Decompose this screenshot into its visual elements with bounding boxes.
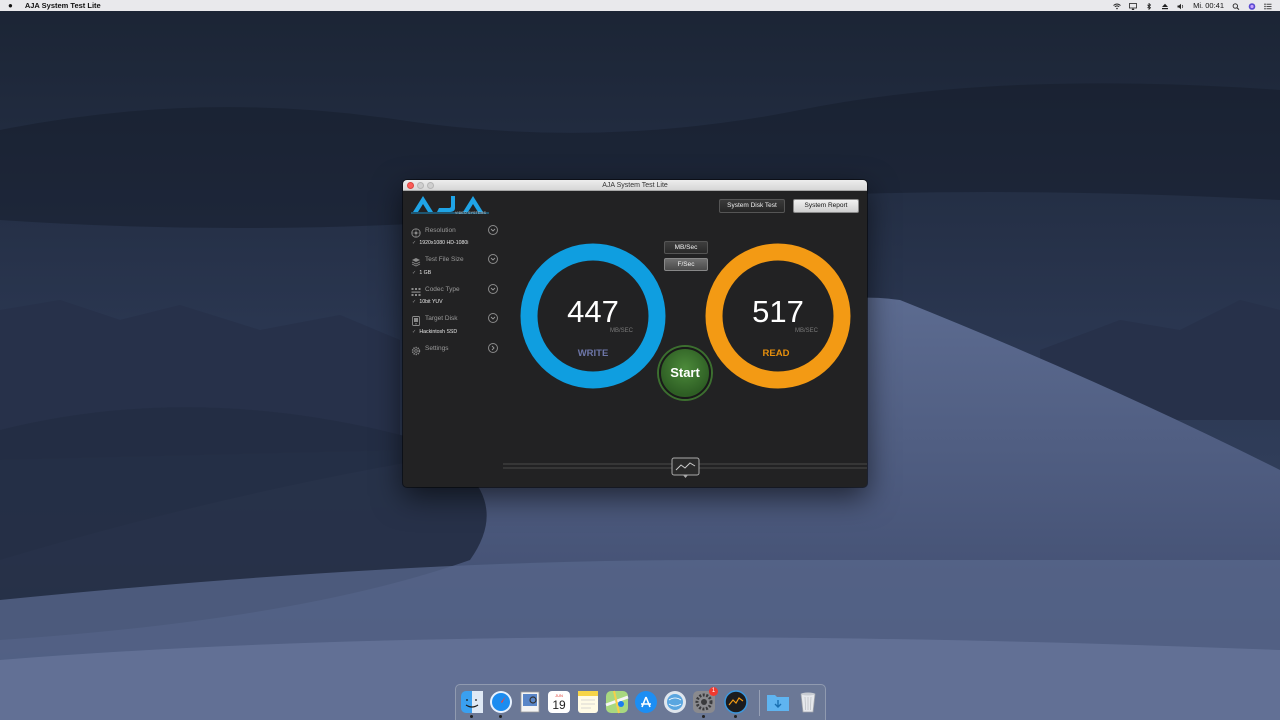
sidebar-value-resolution: ✓ 1920x1080 HD-1080i: [412, 240, 469, 246]
menubar-app-name[interactable]: AJA System Test Lite: [25, 0, 101, 11]
sidebar-label-test-file-size: Test File Size: [425, 255, 464, 263]
gear-icon: [411, 343, 421, 356]
sidebar-label-codec-type: Codec Type: [425, 285, 460, 293]
sidebar-value-test-file-size: ✓ 1 GB: [412, 270, 432, 276]
dock: JUN 19 1: [455, 684, 826, 720]
system-preferences-icon[interactable]: 1: [692, 687, 718, 718]
sidebar-label-resolution: Resolution: [425, 226, 456, 234]
codec-icon: [411, 284, 421, 296]
chevron-down-icon[interactable]: [488, 284, 498, 294]
menu-bar: ● AJA System Test Lite Mi. 00:41: [0, 0, 1280, 11]
close-window-button[interactable]: [407, 182, 414, 189]
dock-separator: [759, 690, 760, 716]
graph-icon: [671, 457, 700, 478]
logo-subtext: VIDEO SYSTEMS: [455, 211, 487, 215]
aja-system-test-icon[interactable]: [724, 690, 748, 718]
menubar-status-area: Mi. 00:41: [1113, 0, 1272, 11]
system-report-button[interactable]: System Report: [793, 199, 859, 213]
system-disk-test-button[interactable]: System Disk Test: [719, 199, 785, 213]
downloads-folder-icon[interactable]: [766, 690, 790, 714]
sidebar-label-target-disk: Target Disk: [425, 314, 458, 322]
units-mbsec-button[interactable]: MB/Sec: [664, 241, 708, 254]
minimize-window-button[interactable]: [417, 182, 424, 189]
disk-icon: [411, 313, 421, 326]
preview-icon[interactable]: [518, 690, 542, 714]
read-speed-value: 517: [752, 294, 804, 329]
show-graph-button[interactable]: [671, 457, 700, 479]
read-speed-unit: MB/SEC: [795, 328, 819, 334]
chevron-down-icon[interactable]: [488, 225, 498, 235]
stack-icon: [411, 254, 421, 267]
calendar-day: 19: [552, 698, 566, 712]
sidebar-value-codec-type: ✓ 10bit YUV: [412, 299, 443, 305]
write-speed-value: 447: [567, 294, 619, 329]
bluetooth-icon[interactable]: [1145, 2, 1153, 11]
trash-icon[interactable]: [796, 690, 820, 714]
spotlight-search-icon[interactable]: [1232, 2, 1240, 10]
network-utility-icon[interactable]: [663, 690, 687, 714]
apple-menu-icon[interactable]: ●: [8, 0, 13, 11]
finder-icon[interactable]: [460, 690, 484, 718]
read-label: READ: [762, 348, 790, 359]
notification-center-icon[interactable]: [1264, 2, 1272, 10]
start-button[interactable]: Start: [659, 347, 711, 399]
window-titlebar[interactable]: AJA System Test Lite: [403, 180, 867, 191]
sidebar-item-target-disk[interactable]: Target Disk: [411, 312, 498, 326]
chevron-down-icon[interactable]: [488, 254, 498, 264]
app-store-icon[interactable]: [634, 690, 658, 714]
siri-icon[interactable]: [1248, 2, 1256, 10]
maps-icon[interactable]: [605, 690, 629, 714]
eject-icon[interactable]: [1161, 2, 1169, 10]
window-title: AJA System Test Lite: [602, 182, 668, 189]
chevron-right-icon[interactable]: [488, 343, 498, 353]
calendar-icon[interactable]: JUN 19: [547, 690, 571, 714]
airplay-icon[interactable]: [1129, 2, 1138, 10]
notification-badge: 1: [709, 687, 718, 696]
sidebar-item-codec-type[interactable]: Codec Type: [411, 283, 498, 296]
menubar-clock[interactable]: Mi. 00:41: [1193, 0, 1224, 11]
zoom-window-button[interactable]: [427, 182, 434, 189]
write-label: WRITE: [577, 348, 609, 359]
running-indicator: [702, 715, 705, 718]
chevron-down-icon[interactable]: [488, 313, 498, 323]
sidebar-label-settings: Settings: [425, 344, 449, 352]
wifi-icon[interactable]: [1113, 2, 1121, 10]
write-speed-unit: MB/SEC: [610, 328, 634, 334]
notes-icon[interactable]: [576, 690, 600, 714]
sidebar-value-target-disk: ✓ Hackintosh SSD: [412, 329, 458, 335]
sidebar-item-resolution[interactable]: Resolution: [411, 224, 498, 238]
running-indicator: [499, 715, 502, 718]
running-indicator: [470, 715, 473, 718]
aja-logo: VIDEO SYSTEMS: [411, 194, 491, 218]
sidebar-item-settings[interactable]: Settings: [411, 342, 498, 356]
resolution-icon: [411, 225, 421, 238]
sidebar-item-test-file-size[interactable]: Test File Size: [411, 253, 498, 267]
safari-icon[interactable]: [489, 690, 513, 718]
units-fsec-button[interactable]: F/Sec: [664, 258, 708, 271]
volume-icon[interactable]: [1177, 2, 1185, 10]
running-indicator: [734, 715, 737, 718]
